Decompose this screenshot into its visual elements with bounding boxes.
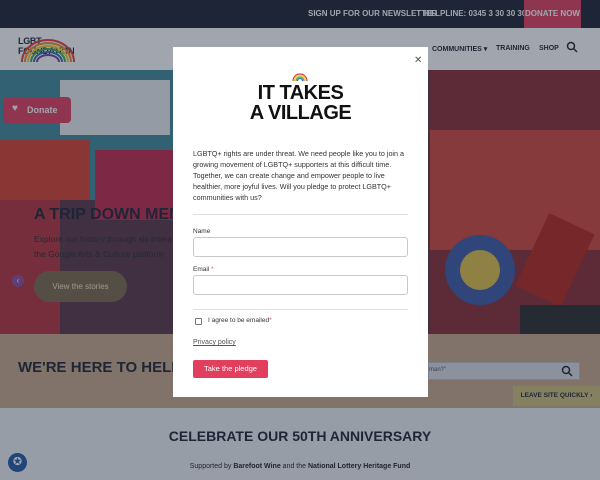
name-label: Name <box>193 228 211 235</box>
divider <box>193 309 408 310</box>
modal-title: IT TAKES A VILLAGE <box>173 83 428 123</box>
email-label-text: Email <box>193 266 210 273</box>
pledge-modal: ✕ IT TAKES A VILLAGE LGBTQ+ rights are u… <box>173 47 428 397</box>
required-mark: * <box>269 317 272 324</box>
close-icon[interactable]: ✕ <box>414 55 422 66</box>
take-pledge-button[interactable]: Take the pledge <box>193 360 268 378</box>
modal-title-line1: IT TAKES <box>257 82 344 104</box>
divider <box>193 214 408 215</box>
modal-intro: LGBTQ+ rights are under threat. We need … <box>193 149 405 202</box>
required-mark: * <box>211 266 214 273</box>
email-field[interactable] <box>193 275 408 295</box>
email-label: Email * <box>193 266 214 273</box>
email-consent-checkbox[interactable] <box>195 318 202 325</box>
rainbow-icon <box>292 73 308 81</box>
name-field[interactable] <box>193 237 408 257</box>
email-consent-label: I agree to be emailed* <box>208 317 272 324</box>
email-consent-text: I agree to be emailed <box>208 317 270 324</box>
privacy-policy-link[interactable]: Privacy policy <box>193 339 236 346</box>
modal-title-line2: A VILLAGE <box>249 102 352 124</box>
